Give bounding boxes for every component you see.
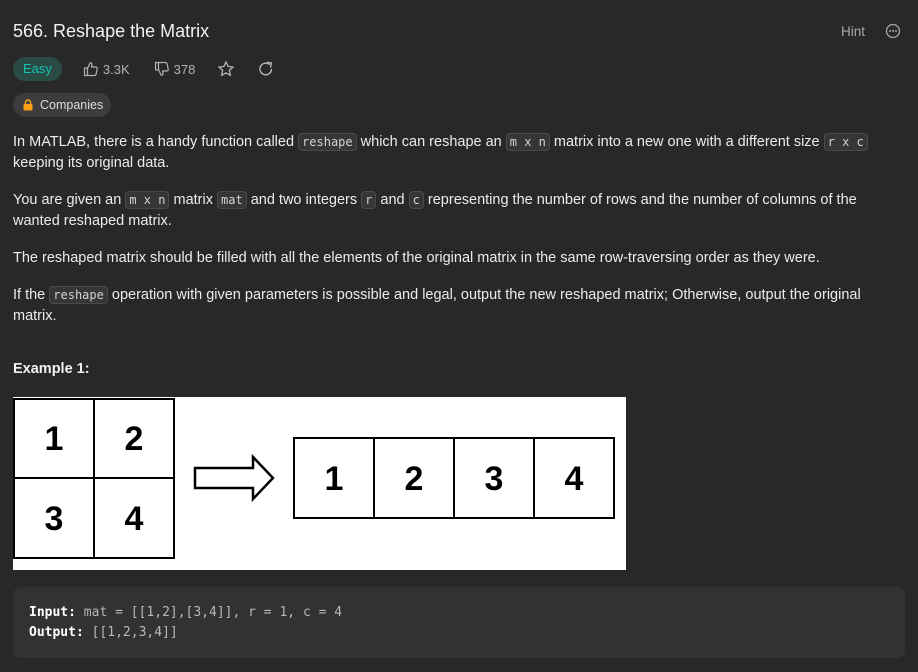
share-icon[interactable] <box>257 60 275 78</box>
star-icon[interactable] <box>217 60 235 78</box>
description-paragraph-3: The reshaped matrix should be filled wit… <box>13 250 820 266</box>
code-m-x-n: m x n <box>125 191 170 209</box>
output-value: [[1,2,3,4]] <box>91 625 178 640</box>
input-matrix <box>13 398 175 559</box>
output-cell: 1 <box>325 460 344 498</box>
thumbs-down-icon <box>154 61 169 76</box>
output-cell: 4 <box>565 460 584 498</box>
lock-icon <box>23 99 33 111</box>
code-reshape: reshape <box>49 286 108 304</box>
example-1-title: Example 1: <box>13 361 90 377</box>
example-output-line: Output: [[1,2,3,4]] <box>29 623 889 643</box>
example-1-io-block: Input: mat = [[1,2],[3,4]], r = 1, c = 4… <box>13 587 905 658</box>
input-cell: 3 <box>45 500 64 538</box>
arrow-right-icon <box>193 453 275 503</box>
example-input-line: Input: mat = [[1,2],[3,4]], r = 1, c = 4 <box>29 603 889 623</box>
input-cell: 1 <box>45 420 64 458</box>
companies-tag[interactable]: Companies <box>13 93 112 117</box>
code-m-x-n: m x n <box>505 133 550 151</box>
output-cell: 3 <box>485 460 504 498</box>
like-count: 3.3K <box>102 61 130 77</box>
input-cell: 2 <box>125 420 144 458</box>
dislike-button[interactable]: 378 <box>154 61 196 77</box>
input-label: Input: <box>29 605 76 620</box>
problem-meta-row: Easy 3.3K 378 <box>13 57 275 81</box>
companies-label: Companies <box>40 98 104 112</box>
problem-title: 566. Reshape the Matrix <box>13 21 210 41</box>
output-cell: 2 <box>405 460 424 498</box>
code-r-x-c: r x c <box>823 133 868 151</box>
code-c: c <box>408 191 424 209</box>
output-label: Output: <box>29 625 84 640</box>
like-button[interactable]: 3.3K <box>83 61 130 77</box>
dislike-count: 378 <box>173 61 196 77</box>
input-cell: 4 <box>125 500 144 538</box>
input-value: mat = [[1,2],[3,4]], r = 1, c = 4 <box>83 605 343 620</box>
code-reshape: reshape <box>298 133 357 151</box>
more-options-icon[interactable] <box>885 23 901 39</box>
hint-button[interactable]: Hint <box>841 24 865 39</box>
description-paragraph-1: In MATLAB, there is a handy function cal… <box>13 132 903 174</box>
difficulty-badge: Easy <box>13 57 62 81</box>
description-paragraph-4: If the reshape operation with given para… <box>13 286 861 324</box>
code-mat: mat <box>217 191 247 209</box>
thumbs-up-icon <box>83 62 98 77</box>
description-paragraph-2: You are given an m x n matrix mat and tw… <box>13 191 857 229</box>
code-r: r <box>361 191 377 209</box>
example-1-diagram: 1 2 3 4 1 2 3 4 <box>13 397 626 570</box>
